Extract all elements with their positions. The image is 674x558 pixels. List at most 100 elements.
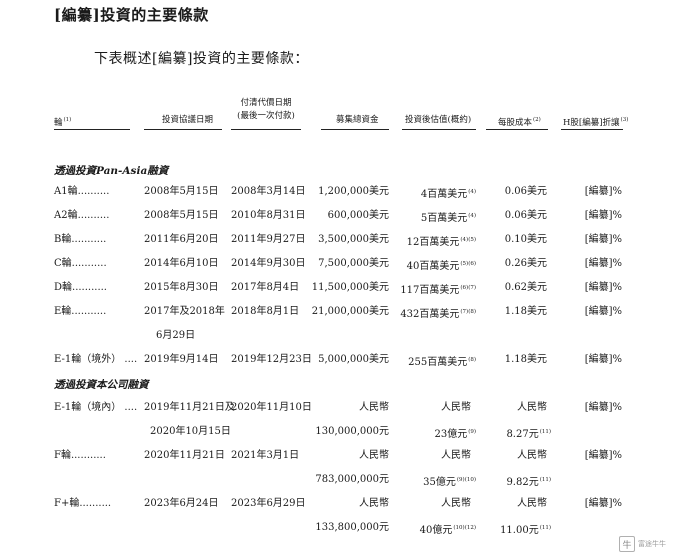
header-agreement-date: 投資協議日期 (162, 115, 214, 125)
total-raised: 11,500,000美元 (311, 282, 389, 293)
round-label: D輪........... (54, 282, 107, 293)
cost-per-share: 11.00元(11) (500, 525, 551, 536)
cost-per-share: 1.18美元 (504, 306, 547, 317)
discount-value: [編纂]% (584, 186, 622, 197)
round-label: E-1輪（境外） .... (54, 354, 138, 365)
currency-label: 人民幣 (517, 402, 547, 413)
cost-per-share: 0.06美元 (504, 210, 547, 221)
header-total-raised: 募集總資金 (336, 115, 379, 125)
cost-per-share: 8.27元(11) (506, 429, 551, 440)
payment-date: 2017年8月4日 (231, 282, 300, 293)
header-underline (486, 129, 548, 130)
valuation: 432百萬美元(7)(8) (400, 309, 476, 320)
agreement-date: 2008年5月15日 (144, 186, 219, 197)
agreement-date: 2017年及2018年 (144, 306, 225, 317)
agreement-date: 2011年6月20日 (144, 234, 219, 245)
payment-date: 2018年8月1日 (231, 306, 300, 317)
round-label: A1輪.......... (54, 186, 110, 197)
currency-label: 人民幣 (359, 402, 389, 413)
cost-per-share: 9.82元(11) (506, 477, 551, 488)
agreement-date-cont: 6月29日 (156, 330, 196, 341)
header-underline (144, 129, 222, 130)
header-underline (561, 129, 623, 130)
valuation: 23億元(9) (434, 429, 476, 440)
group-heading-pan-asia: 透過投資Pan-Asia融資 (54, 165, 169, 177)
intro-text: 下表概述[編纂]投資的主要條款： (94, 51, 309, 67)
agreement-date-cont: 2020年10月15日 (150, 426, 231, 437)
currency-label: 人民幣 (441, 498, 471, 509)
payment-date: 2010年8月31日 (231, 210, 306, 221)
round-label: E輪........... (54, 306, 107, 317)
currency-label: 人民幣 (359, 450, 389, 461)
round-label: B輪........... (54, 234, 107, 245)
header-underline (321, 129, 389, 130)
discount-value: [編纂]% (584, 210, 622, 221)
round-label: C輪........... (54, 258, 107, 269)
currency-label: 人民幣 (517, 450, 547, 461)
valuation: 5百萬美元(4) (420, 213, 476, 224)
header-underline (54, 129, 130, 130)
round-label: A2輪.......... (54, 210, 110, 221)
total-raised: 130,000,000元 (315, 426, 389, 437)
round-label: F+輪.......... (54, 498, 112, 509)
watermark: 牛 富途牛牛 (619, 536, 666, 552)
agreement-date: 2023年6月24日 (144, 498, 219, 509)
header-payment-date: 付清代價日期 (最後一次付款) (237, 98, 295, 121)
cost-per-share: 1.18美元 (504, 354, 547, 365)
header-underline (231, 129, 301, 130)
discount-value: [編纂]% (584, 258, 622, 269)
discount-value: [編纂]% (584, 354, 622, 365)
valuation: 4百萬美元(4) (420, 189, 476, 200)
payment-date: 2014年9月30日 (231, 258, 306, 269)
total-raised: 1,200,000美元 (318, 186, 389, 197)
cost-per-share: 0.06美元 (504, 186, 547, 197)
total-raised: 133,800,000元 (315, 522, 389, 533)
discount-value: [編纂]% (584, 450, 622, 461)
agreement-date: 2014年6月10日 (144, 258, 219, 269)
header-round: 輪(1) (54, 117, 72, 128)
agreement-date: 2020年11月21日 (144, 450, 225, 461)
payment-date: 2008年3月14日 (231, 186, 306, 197)
total-raised: 21,000,000美元 (311, 306, 389, 317)
total-raised: 600,000美元 (327, 210, 389, 221)
valuation: 35億元(9)(10) (423, 477, 476, 488)
discount-value: [編纂]% (584, 282, 622, 293)
currency-label: 人民幣 (441, 402, 471, 413)
header-underline (402, 129, 476, 130)
payment-date: 2011年9月27日 (231, 234, 306, 245)
total-raised: 5,000,000美元 (318, 354, 389, 365)
header-discount: H股[編纂]折讓(3) (563, 117, 629, 128)
total-raised: 3,500,000美元 (318, 234, 389, 245)
agreement-date: 2015年8月30日 (144, 282, 219, 293)
agreement-date: 2019年11月21日及 (144, 402, 235, 413)
cost-per-share: 0.10美元 (504, 234, 547, 245)
watermark-logo-icon: 牛 (619, 536, 635, 552)
payment-date: 2023年6月29日 (231, 498, 306, 509)
payment-date: 2020年11月10日 (231, 402, 312, 413)
valuation: 12百萬美元(4)(5) (406, 237, 476, 248)
valuation: 40億元(10)(12) (419, 525, 476, 536)
round-label: F輪........... (54, 450, 106, 461)
valuation: 255百萬美元(8) (408, 357, 476, 368)
valuation: 40百萬美元(5)(6) (406, 261, 476, 272)
agreement-date: 2019年9月14日 (144, 354, 219, 365)
agreement-date: 2008年5月15日 (144, 210, 219, 221)
header-valuation: 投資後估值(概約) (405, 115, 472, 125)
total-raised: 783,000,000元 (315, 474, 389, 485)
currency-label: 人民幣 (517, 498, 547, 509)
discount-value: [編纂]% (584, 402, 622, 413)
cost-per-share: 0.62美元 (504, 282, 547, 293)
header-cost-per-share: 每股成本(2) (498, 117, 541, 128)
section-title: [編纂]投資的主要條款 (54, 6, 209, 24)
cost-per-share: 0.26美元 (504, 258, 547, 269)
currency-label: 人民幣 (441, 450, 471, 461)
footnote-marker: (11) (539, 477, 551, 483)
discount-value: [編纂]% (584, 498, 622, 509)
valuation: 117百萬美元(6)(7) (400, 285, 476, 296)
round-label: E-1輪（境內） .... (54, 402, 138, 413)
footnote-marker: (11) (539, 429, 551, 435)
total-raised: 7,500,000美元 (318, 258, 389, 269)
discount-value: [編纂]% (584, 306, 622, 317)
currency-label: 人民幣 (359, 498, 389, 509)
payment-date: 2021年3月1日 (231, 450, 300, 461)
